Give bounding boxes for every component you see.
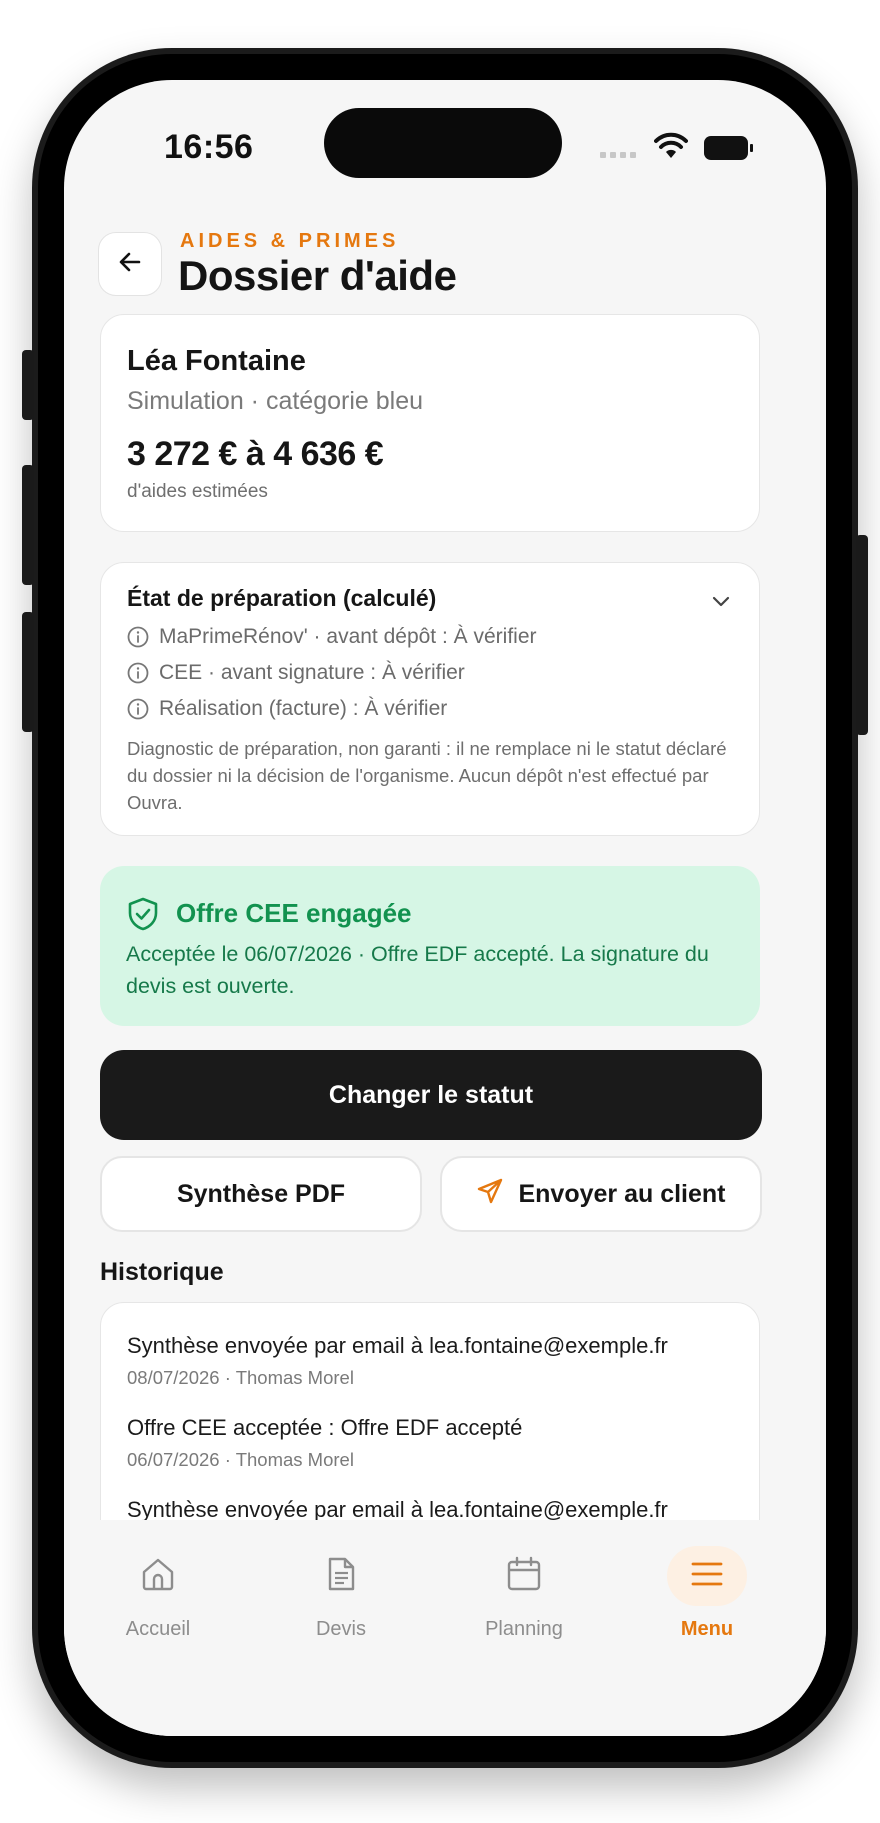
offer-title: Offre CEE engagée bbox=[176, 898, 412, 928]
readiness-row: MaPrimeRénov' · avant dépôt : À vérifier bbox=[127, 625, 537, 649]
readiness-row: Réalisation (facture) : À vérifier bbox=[127, 697, 447, 721]
tab-label: Devis bbox=[315, 1618, 366, 1640]
cellular-signal-icon bbox=[600, 152, 636, 158]
offer-status-banner: Offre CEE engagée Acceptée le 06/07/2026… bbox=[100, 866, 760, 1026]
client-subtitle: Simulation · catégorie bleu bbox=[127, 387, 423, 415]
calendar-icon bbox=[505, 1555, 543, 1598]
page-title: Dossier d'aide bbox=[178, 252, 457, 299]
bottom-tab-bar: Accueil Devis Planning Menu bbox=[64, 1520, 826, 1736]
readiness-row-text: MaPrimeRénov' · avant dépôt : À vérifier bbox=[159, 625, 537, 648]
menu-icon bbox=[688, 1555, 726, 1598]
pdf-summary-label: Synthèse PDF bbox=[176, 1179, 346, 1208]
volume-up-button bbox=[22, 465, 34, 585]
battery-icon bbox=[704, 136, 753, 160]
info-icon bbox=[127, 698, 149, 720]
silent-switch bbox=[22, 350, 34, 420]
phone-screen: 16:56 AIDES & PRIMES Dossier d'aide Léa … bbox=[64, 80, 826, 1736]
tab-menu[interactable]: Menu bbox=[627, 1546, 787, 1641]
readiness-card[interactable]: État de préparation (calculé) MaPrimeRén… bbox=[100, 562, 760, 836]
tab-accueil[interactable]: Accueil bbox=[78, 1546, 238, 1641]
send-to-client-label: Envoyer au client bbox=[518, 1179, 726, 1208]
tab-planning[interactable]: Planning bbox=[444, 1546, 604, 1641]
status-time: 16:56 bbox=[164, 128, 254, 166]
dynamic-island bbox=[324, 108, 562, 178]
client-summary-card: Léa Fontaine Simulation · catégorie bleu… bbox=[100, 314, 760, 532]
chevron-down-icon[interactable] bbox=[709, 589, 733, 618]
pdf-summary-button[interactable]: Synthèse PDF bbox=[100, 1156, 422, 1232]
document-icon bbox=[322, 1555, 360, 1598]
tab-label: Accueil bbox=[125, 1618, 191, 1640]
send-to-client-button[interactable]: Envoyer au client bbox=[440, 1156, 762, 1232]
shield-check-icon bbox=[126, 896, 160, 937]
info-icon bbox=[127, 626, 149, 648]
info-icon bbox=[127, 662, 149, 684]
tab-devis[interactable]: Devis bbox=[261, 1546, 421, 1641]
home-icon bbox=[139, 1555, 177, 1598]
section-eyebrow: AIDES & PRIMES bbox=[180, 230, 400, 252]
change-status-button[interactable]: Changer le statut bbox=[100, 1050, 762, 1140]
readiness-row: CEE · avant signature : À vérifier bbox=[127, 661, 465, 685]
power-button bbox=[856, 535, 868, 735]
history-item-meta: 06/07/2026 · Thomas Morel bbox=[127, 1449, 354, 1470]
readiness-row-text: CEE · avant signature : À vérifier bbox=[159, 661, 465, 684]
back-button[interactable] bbox=[98, 232, 162, 296]
volume-down-button bbox=[22, 612, 34, 732]
history-item: Synthèse envoyée par email à lea.fontain… bbox=[127, 1333, 668, 1389]
estimated-aid-amount: 3 272 € à 4 636 € bbox=[127, 435, 384, 473]
readiness-disclaimer: Diagnostic de préparation, non garanti :… bbox=[127, 738, 727, 813]
tab-label: Menu bbox=[680, 1618, 734, 1640]
tab-label: Planning bbox=[485, 1618, 563, 1640]
history-item-meta: 08/07/2026 · Thomas Morel bbox=[127, 1367, 354, 1388]
offer-description: Acceptée le 06/07/2026 · Offre EDF accep… bbox=[126, 942, 709, 998]
arrow-left-icon bbox=[117, 249, 143, 280]
history-title: Historique bbox=[100, 1258, 224, 1286]
history-item: Offre CEE acceptée : Offre EDF accepté 0… bbox=[127, 1415, 522, 1471]
client-name: Léa Fontaine bbox=[127, 345, 306, 377]
readiness-row-text: Réalisation (facture) : À vérifier bbox=[159, 697, 448, 720]
history-item-text: Synthèse envoyée par email à lea.fontain… bbox=[127, 1333, 668, 1358]
history-item-text: Offre CEE acceptée : Offre EDF accepté bbox=[127, 1415, 523, 1440]
send-icon bbox=[476, 1177, 504, 1212]
estimated-aid-label: d'aides estimées bbox=[127, 481, 268, 502]
readiness-title: État de préparation (calculé) bbox=[127, 585, 437, 611]
wifi-icon bbox=[654, 132, 688, 165]
